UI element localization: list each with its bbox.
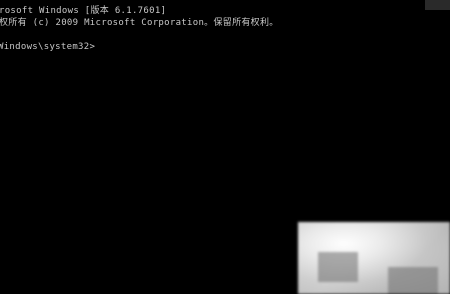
version-line: rosoft Windows [版本 6.1.7601] <box>0 6 167 16</box>
copyright-line: 权所有 (c) 2009 Microsoft Corporation。保留所有权… <box>0 18 279 28</box>
command-prompt-line[interactable]: Windows\system32> <box>0 41 95 53</box>
blurred-overlay <box>298 222 450 294</box>
window-edge <box>425 0 450 10</box>
overlay-shade <box>318 252 358 282</box>
overlay-shade <box>388 267 438 294</box>
command-prompt-window[interactable]: rosoft Windows [版本 6.1.7601] 权所有 (c) 200… <box>0 0 450 294</box>
